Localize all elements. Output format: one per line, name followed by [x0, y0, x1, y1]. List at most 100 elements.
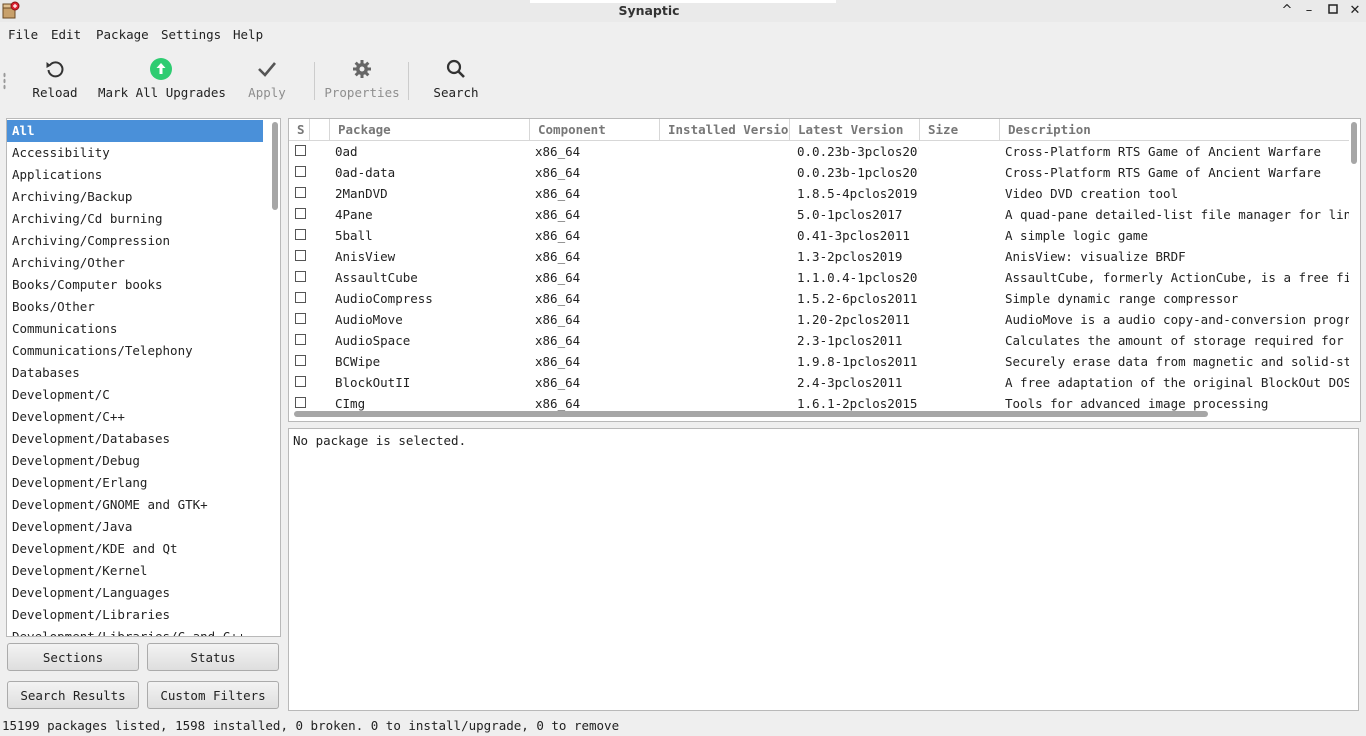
package-checkbox[interactable] [295, 250, 306, 261]
package-row[interactable]: 4Pane x86_64 5.0-1pclos2017 A quad-pane det… [289, 204, 1349, 225]
package-checkbox[interactable] [295, 208, 306, 219]
package-list-hscrollbar[interactable] [294, 411, 1208, 417]
column-header-status[interactable]: S [289, 119, 310, 140]
menu-edit[interactable]: Edit [51, 27, 81, 42]
package-row[interactable]: BCWipe x86_64 1.9.8-1pclos2011 Securely era… [289, 351, 1349, 372]
section-item[interactable]: Development/C [7, 384, 263, 406]
package-row[interactable]: BlockOutII x86_64 2.4-3pclos2011 A free ada… [289, 372, 1349, 393]
section-item[interactable]: Development/Languages [7, 582, 263, 604]
menu-file[interactable]: File [8, 27, 38, 42]
column-header-size[interactable]: Size [920, 119, 1000, 140]
package-name-cell: AudioSpace [335, 333, 411, 348]
sections-filter-button[interactable]: Sections [7, 643, 139, 671]
package-checkbox[interactable] [295, 145, 306, 156]
package-row[interactable]: 0ad x86_64 0.0.23b-3pclos2019 Cross-Platfor… [289, 141, 1349, 162]
package-row[interactable]: AudioMove x86_64 1.20-2pclos2011 AudioMove … [289, 309, 1349, 330]
section-item[interactable]: Archiving/Cd burning [7, 208, 263, 230]
status-filter-button[interactable]: Status [147, 643, 279, 671]
size-cell [927, 141, 999, 162]
apply-button[interactable]: Apply [244, 58, 290, 100]
column-header-component[interactable]: Component [530, 119, 660, 140]
package-list-vscrollbar[interactable] [1351, 122, 1357, 164]
package-list[interactable]: S Package Component Installed Version La… [288, 118, 1361, 422]
size-cell [927, 246, 999, 267]
package-checkbox[interactable] [295, 313, 306, 324]
section-item[interactable]: Books/Other [7, 296, 263, 318]
installed-version-cell [667, 225, 789, 246]
package-name-cell: AudioMove [335, 312, 403, 327]
section-item[interactable]: Archiving/Compression [7, 230, 263, 252]
column-header-blank[interactable] [310, 119, 330, 140]
package-row[interactable]: 2ManDVD x86_64 1.8.5-4pclos2019 Video DVD c… [289, 183, 1349, 204]
description-cell: A simple logic game [1005, 228, 1148, 243]
section-item[interactable]: Development/KDE and Qt [7, 538, 263, 560]
component-cell: x86_64 [535, 333, 581, 348]
section-item[interactable]: All [7, 120, 263, 142]
package-checkbox[interactable] [295, 376, 306, 387]
mark-all-upgrades-button[interactable]: Mark All Upgrades [98, 58, 226, 100]
component-cell: x86_64 [535, 270, 581, 285]
maximize-caret-icon[interactable]: ^ [1279, 3, 1295, 19]
custom-filters-button[interactable]: Custom Filters [147, 681, 279, 709]
section-item[interactable]: Applications [7, 164, 263, 186]
column-header-package[interactable]: Package [330, 119, 530, 140]
toolbar-grip[interactable] [3, 72, 6, 90]
package-checkbox[interactable] [295, 292, 306, 303]
section-item[interactable]: Development/Java [7, 516, 263, 538]
reload-icon [30, 58, 80, 80]
properties-button[interactable]: Properties [324, 58, 400, 100]
package-name-cell: AudioCompress [335, 291, 433, 306]
package-checkbox[interactable] [295, 166, 306, 177]
search-results-filter-button[interactable]: Search Results [7, 681, 139, 709]
menu-bar: File Edit Package Settings Help [0, 24, 1366, 46]
section-item[interactable]: Books/Computer books [7, 274, 263, 296]
section-item[interactable]: Development/Libraries [7, 604, 263, 626]
section-item[interactable]: Development/Erlang [7, 472, 263, 494]
package-checkbox[interactable] [295, 187, 306, 198]
menu-help[interactable]: Help [233, 27, 263, 42]
package-name-cell: 5ball [335, 228, 373, 243]
package-checkbox[interactable] [295, 271, 306, 282]
section-item[interactable]: Development/C++ [7, 406, 263, 428]
sections-scrollbar[interactable] [272, 122, 278, 210]
close-icon[interactable]: ✕ [1347, 3, 1363, 19]
section-item[interactable]: Archiving/Other [7, 252, 263, 274]
package-checkbox[interactable] [295, 397, 306, 408]
package-name-cell: 4Pane [335, 207, 373, 222]
latest-version-cell: 1.9.8-1pclos2011 [797, 354, 918, 369]
section-item[interactable]: Development/GNOME and GTK+ [7, 494, 263, 516]
latest-version-cell: 0.0.23b-1pclos2018 [797, 165, 919, 180]
section-item[interactable]: Development/Debug [7, 450, 263, 472]
column-header-description[interactable]: Description [1000, 119, 1349, 140]
menu-package[interactable]: Package [96, 27, 149, 42]
package-row[interactable]: 5ball x86_64 0.41-3pclos2011 A simple logic… [289, 225, 1349, 246]
toolbar: Reload Mark All Upgrades Apply Propertie… [0, 50, 1366, 112]
section-item[interactable]: Databases [7, 362, 263, 384]
column-header-latest-version[interactable]: Latest Version [790, 119, 920, 140]
section-item[interactable]: Communications [7, 318, 263, 340]
package-checkbox[interactable] [295, 334, 306, 345]
search-button[interactable]: Search [430, 58, 482, 100]
package-row[interactable]: AudioCompress x86_64 1.5.2-6pclos2011 Simpl… [289, 288, 1349, 309]
menu-settings[interactable]: Settings [161, 27, 221, 42]
package-row[interactable]: 0ad-data x86_64 0.0.23b-1pclos2018 Cross-Pl… [289, 162, 1349, 183]
minimize-icon[interactable]: – [1301, 3, 1317, 19]
package-checkbox[interactable] [295, 355, 306, 366]
gear-icon [324, 58, 400, 80]
package-row[interactable]: AudioSpace x86_64 2.3-1pclos2011 Calculates… [289, 330, 1349, 351]
package-row[interactable]: AssaultCube x86_64 1.1.0.4-1pclos2012 Assau… [289, 267, 1349, 288]
installed-version-cell [667, 183, 789, 204]
package-checkbox[interactable] [295, 229, 306, 240]
section-item[interactable]: Archiving/Backup [7, 186, 263, 208]
restore-icon[interactable] [1325, 3, 1341, 19]
section-item[interactable]: Communications/Telephony [7, 340, 263, 362]
section-item[interactable]: Development/Databases [7, 428, 263, 450]
column-header-installed-version[interactable]: Installed Version [660, 119, 790, 140]
sections-list[interactable]: All Accessibility Applications Archiving/Ba… [6, 118, 281, 637]
section-item[interactable]: Development/Libraries/C and C++ [7, 626, 263, 636]
section-item[interactable]: Accessibility [7, 142, 263, 164]
section-item[interactable]: Development/Kernel [7, 560, 263, 582]
description-cell: Simple dynamic range compressor [1005, 291, 1239, 306]
reload-button[interactable]: Reload [30, 58, 80, 100]
package-row[interactable]: AnisView x86_64 1.3-2pclos2019 AnisView: vi… [289, 246, 1349, 267]
